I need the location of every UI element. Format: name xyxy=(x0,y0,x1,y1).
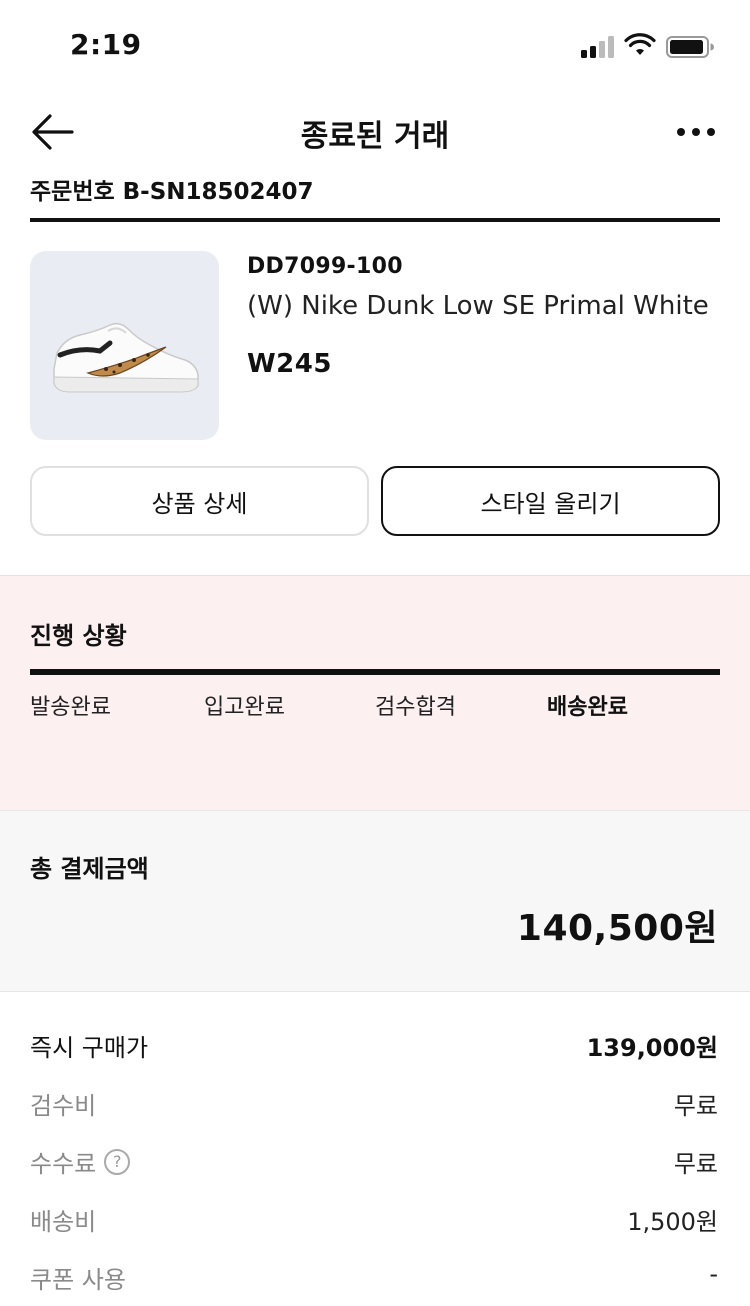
product-detail-button[interactable]: 상품 상세 xyxy=(30,466,369,536)
shipping-fee-value: 1,500원 xyxy=(627,1208,718,1236)
sneaker-image xyxy=(53,322,199,393)
progress-step-inspected: 검수합격 xyxy=(375,695,456,720)
more-options-icon[interactable] xyxy=(676,122,716,142)
commission-label-text: 수수료 xyxy=(30,1150,97,1178)
coupon-usage-value: - xyxy=(709,1260,718,1288)
breakdown-row-inspection-fee: 검수비 무료 xyxy=(30,1076,720,1134)
progress-bar xyxy=(30,669,720,675)
progress-title: 진행 상황 xyxy=(30,622,127,650)
order-number-value: B-SN18502407 xyxy=(122,179,314,205)
product-image[interactable] xyxy=(30,251,219,440)
product-size: W245 xyxy=(247,349,332,379)
navigation-header: 종료된 거래 xyxy=(0,92,750,172)
help-icon[interactable]: ? xyxy=(104,1148,131,1175)
product-name: (W) Nike Dunk Low SE Primal White xyxy=(247,291,709,321)
payment-breakdown: 즉시 구매가 139,000원 검수비 무료 수수료 ? 무료 배송비 1,50… xyxy=(30,1018,720,1306)
progress-step-delivered: 배송완료 xyxy=(547,695,628,720)
breakdown-row-instant-buy: 즉시 구매가 139,000원 xyxy=(30,1018,720,1076)
progress-steps: 발송완료 입고완료 검수합격 배송완료 xyxy=(30,689,720,723)
total-payment-amount: 140,500원 xyxy=(516,908,718,949)
instant-buy-price-value: 139,000원 xyxy=(586,1034,718,1062)
battery-icon xyxy=(666,36,714,58)
coupon-usage-label: 쿠폰 사용 xyxy=(30,1266,126,1294)
status-bar: 2:19 xyxy=(0,0,750,92)
inspection-fee-value: 무료 xyxy=(673,1092,718,1120)
breakdown-row-commission: 수수료 ? 무료 xyxy=(30,1134,720,1192)
progress-section: 진행 상황 발송완료 입고완료 검수합격 배송완료 xyxy=(0,575,750,810)
progress-step-warehoused: 입고완료 xyxy=(204,695,285,720)
progress-step-shipped: 발송완료 xyxy=(30,695,111,720)
status-time: 2:19 xyxy=(70,28,142,61)
instant-buy-price-label: 즉시 구매가 xyxy=(30,1034,149,1062)
total-payment-label: 총 결제금액 xyxy=(30,855,149,883)
shipping-fee-label: 배송비 xyxy=(30,1208,97,1236)
commission-value: 무료 xyxy=(673,1150,718,1178)
product-code: DD7099-100 xyxy=(247,254,403,279)
total-payment-section: 총 결제금액 140,500원 xyxy=(0,810,750,992)
breakdown-row-shipping-fee: 배송비 1,500원 xyxy=(30,1192,720,1250)
wifi-icon xyxy=(624,33,656,55)
order-number-prefix: 주문번호 xyxy=(30,179,115,205)
page-title: 종료된 거래 xyxy=(300,119,450,154)
inspection-fee-label: 검수비 xyxy=(30,1092,97,1120)
commission-label: 수수료 ? xyxy=(30,1144,131,1179)
order-number: 주문번호 B-SN18502407 xyxy=(30,172,720,206)
product-info: DD7099-100 (W) Nike Dunk Low SE Primal W… xyxy=(247,252,727,379)
breakdown-row-coupon: 쿠폰 사용 - xyxy=(30,1250,720,1306)
order-detail-screen: 2:19 종료된 거래 주문번호 B-SN18502407 DD7099-100… xyxy=(0,0,750,1306)
cellular-signal-icon xyxy=(581,36,615,58)
progress-bar-fill xyxy=(30,669,720,675)
post-style-button[interactable]: 스타일 올리기 xyxy=(381,466,720,536)
order-number-row: 주문번호 B-SN18502407 xyxy=(30,172,720,222)
